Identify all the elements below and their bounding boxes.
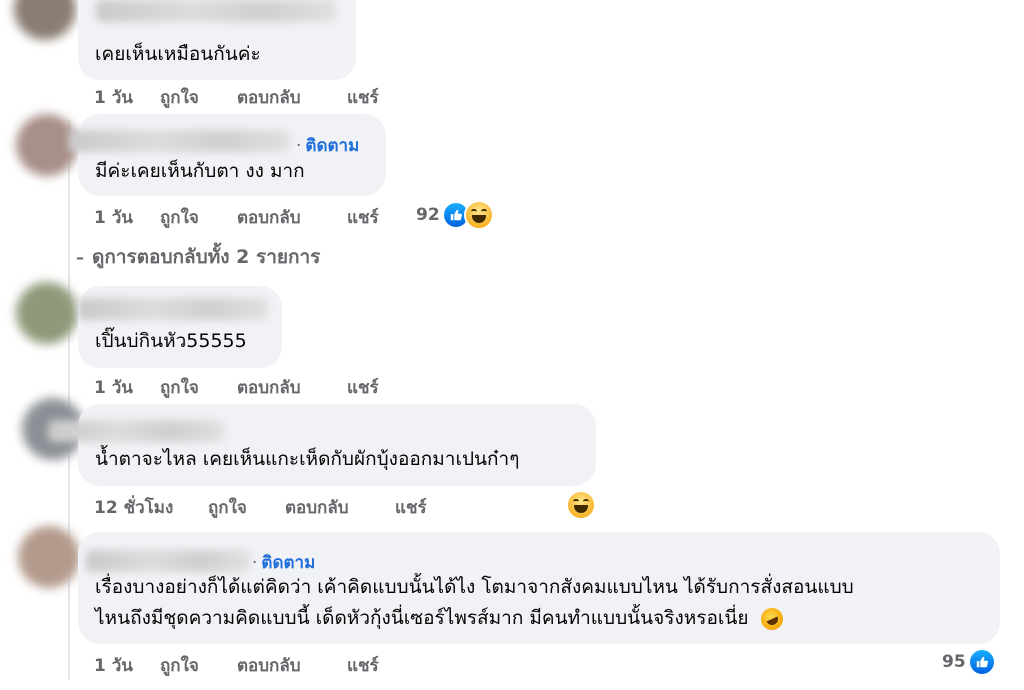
timestamp[interactable]: 1 วัน	[94, 652, 160, 679]
comment-actions: 1 วัน ถูกใจ ตอบกลับ แชร์	[94, 374, 379, 401]
reaction-count: 92	[416, 205, 440, 225]
like-icon	[967, 648, 996, 676]
reaction-summary[interactable]: 92	[416, 200, 494, 230]
share-button[interactable]: แชร์	[347, 204, 379, 231]
like-button[interactable]: ถูกใจ	[208, 494, 285, 521]
view-replies-label[interactable]: ดูการตอบกลับทั้ง 2 รายการ	[92, 242, 320, 272]
comment-actions: 1 วัน ถูกใจ ตอบกลับ แชร์	[94, 204, 379, 231]
reply-thread-line	[68, 120, 70, 680]
like-button[interactable]: ถูกใจ	[160, 652, 237, 679]
commenter-name-blurred[interactable]	[48, 420, 224, 442]
separator-dot: ·	[252, 553, 258, 573]
timestamp[interactable]: 1 วัน	[94, 84, 160, 111]
commenter-name-blurred[interactable]	[96, 0, 336, 22]
comment-text: เคยเห็นเหมือนกันค่ะ	[95, 43, 261, 65]
timestamp[interactable]: 1 วัน	[94, 204, 160, 231]
like-button[interactable]: ถูกใจ	[160, 204, 237, 231]
reply-button[interactable]: ตอบกลับ	[285, 494, 395, 521]
like-button[interactable]: ถูกใจ	[160, 374, 237, 401]
haha-icon	[463, 200, 494, 230]
avatar[interactable]	[16, 282, 78, 344]
view-replies-link[interactable]: – ดูการตอบกลับทั้ง 2 รายการ	[76, 242, 320, 272]
avatar[interactable]	[18, 526, 80, 588]
reaction-summary[interactable]: 95	[942, 648, 996, 676]
comment-text: เปิ๊นบ่กินหัว55555	[95, 330, 247, 352]
reply-button[interactable]: ตอบกลับ	[237, 204, 347, 231]
commenter-name-blurred[interactable]	[68, 130, 290, 152]
comment-actions: 12 ชั่วโมง ถูกใจ ตอบกลับ แชร์	[94, 494, 427, 521]
comment-actions: 1 วัน ถูกใจ ตอบกลับ แชร์	[94, 652, 379, 679]
haha-icon	[566, 490, 596, 520]
avatar[interactable]	[14, 0, 76, 40]
comment-text: มีค่ะเคยเห็นกับตา งง มาก	[95, 160, 305, 182]
reply-button[interactable]: ตอบกลับ	[237, 374, 347, 401]
comment-text: น้ำตาจะไหล เคยเห็นแกะเห็ดกับผักบุ้งออกมา…	[95, 448, 520, 470]
reaction-summary[interactable]	[566, 490, 596, 520]
reply-button[interactable]: ตอบกลับ	[237, 84, 347, 111]
reply-arrow-icon: –	[76, 247, 84, 267]
comment-text-line-1: เรื่องบางอย่างก็ได้แต่คิดว่า เค้าคิดแบบน…	[95, 576, 854, 598]
separator-dot: ·	[296, 136, 302, 156]
reaction-count: 95	[942, 652, 966, 672]
share-button[interactable]: แชร์	[347, 84, 379, 111]
commenter-name-blurred[interactable]	[86, 550, 250, 572]
reply-button[interactable]: ตอบกลับ	[237, 652, 347, 679]
comment-actions: 1 วัน ถูกใจ ตอบกลับ แชร์	[94, 84, 379, 111]
comment-text-line-2-text: ไหนถึงมีชุดความคิดแบบนี้ เด็ดหัวกุ้งนี่เ…	[95, 607, 749, 629]
commenter-name-blurred[interactable]	[78, 298, 268, 320]
timestamp[interactable]: 12 ชั่วโมง	[94, 494, 208, 521]
comment-text-line-2: ไหนถึงมีชุดความคิดแบบนี้ เด็ดหัวกุ้งนี่เ…	[95, 603, 787, 634]
rofl-emoji-icon	[756, 603, 787, 634]
follow-label[interactable]: ติดตาม	[305, 136, 359, 156]
share-button[interactable]: แชร์	[347, 374, 379, 401]
like-button[interactable]: ถูกใจ	[160, 84, 237, 111]
timestamp[interactable]: 1 วัน	[94, 374, 160, 401]
follow-label[interactable]: ติดตาม	[261, 553, 315, 573]
share-button[interactable]: แชร์	[347, 652, 379, 679]
share-button[interactable]: แชร์	[395, 494, 427, 521]
follow-link[interactable]: · ติดตาม	[296, 132, 359, 159]
